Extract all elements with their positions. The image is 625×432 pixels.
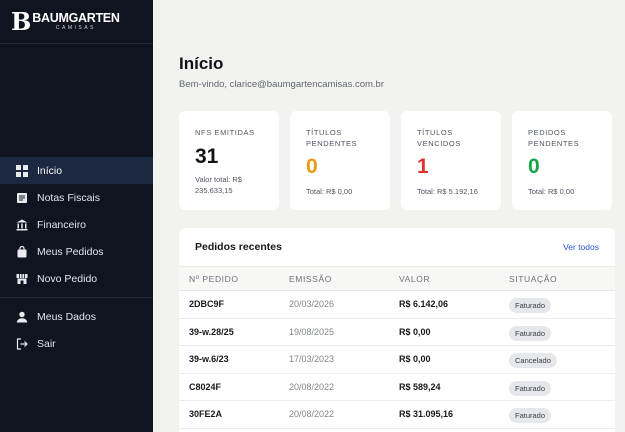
- document-icon: [16, 192, 28, 204]
- order-date: 20/08/2022: [289, 409, 335, 420]
- table-header: Nº PEDIDO EMISSÃO VALOR SITUAÇÃO: [179, 266, 615, 291]
- card-titulos-vencidos[interactable]: TÍTULOS VENCIDOS 1 Total: R$ 5.192,16: [401, 111, 501, 210]
- order-number: C8024F: [189, 381, 222, 392]
- card-label: NFS EMITIDAS: [195, 128, 255, 137]
- order-value: R$ 0,00: [399, 354, 431, 365]
- card-label-2: VENCIDOS: [417, 139, 461, 148]
- order-date: 20/08/2022: [289, 381, 335, 392]
- sidebar-item-label: Meus Dados: [37, 310, 96, 323]
- card-footer: Total: R$ 5.192,16: [417, 187, 478, 196]
- panel-title: Pedidos recentes: [195, 241, 282, 253]
- page-title: Início: [179, 54, 224, 73]
- card-nfs-emitidas[interactable]: NFS EMITIDAS 31 Valor total: R$ 235.633,…: [179, 111, 279, 210]
- card-footer-value: 235.633,15: [195, 186, 233, 195]
- card-footer: Total: R$ 0,00: [528, 187, 575, 196]
- sidebar-item-label: Meus Pedidos: [37, 245, 104, 258]
- card-footer: Total: R$ 0,00: [306, 187, 353, 196]
- status-badge: Faturado: [509, 325, 552, 341]
- sidebar-item-label: Início: [37, 164, 63, 177]
- brand-subtitle: CAMISAS: [55, 25, 96, 32]
- sidebar-item-meus-pedidos[interactable]: Meus Pedidos: [0, 238, 153, 265]
- welcome-text: Bem-vindo, clarice@baumgartencamisas.com…: [179, 79, 384, 90]
- sidebar-item-notas-fiscais[interactable]: Notas Fiscais: [0, 184, 153, 211]
- table-row[interactable]: C8024F 20/08/2022 R$ 589,24 Faturado: [179, 374, 615, 401]
- card-value: 0: [306, 155, 318, 178]
- sidebar-item-novo-pedido[interactable]: Novo Pedido: [0, 265, 153, 292]
- card-pedidos-pendentes[interactable]: PEDIDOS PENDENTES 0 Total: R$ 0,00: [512, 111, 612, 210]
- order-value: R$ 6.142,06: [399, 299, 449, 310]
- card-titulos-pendentes[interactable]: TÍTULOS PENDENTES 0 Total: R$ 0,00: [290, 111, 390, 210]
- card-footer: Valor total: R$: [195, 175, 242, 184]
- grid-icon: [16, 164, 28, 177]
- status-badge: Faturado: [509, 380, 552, 396]
- sidebar-item-financeiro[interactable]: Financeiro: [0, 211, 153, 238]
- sidebar-item-label: Notas Fiscais: [37, 191, 101, 204]
- sidebar-item-label: Novo Pedido: [37, 272, 98, 285]
- card-label: TÍTULOS: [417, 128, 453, 137]
- sidebar-item-meus-dados[interactable]: Meus Dados: [0, 303, 153, 330]
- table-row[interactable]: 30FE2A 20/08/2022 R$ 31.095,16 Faturado: [179, 401, 615, 429]
- column-header-situacao[interactable]: SITUAÇÃO: [509, 274, 609, 284]
- brand-logo[interactable]: B BAUMGARTEN CAMISAS: [0, 0, 153, 44]
- table-row[interactable]: 39-w.6/23 17/03/2023 R$ 0,00 Cancelado: [179, 346, 615, 374]
- card-label-2: PENDENTES: [528, 139, 580, 148]
- card-value: 1: [417, 155, 429, 178]
- order-value: R$ 31.095,16: [399, 409, 454, 420]
- table-row[interactable]: 39-w.28/25 19/08/2025 R$ 0,00 Faturado: [179, 319, 615, 346]
- sidebar-divider: [0, 297, 153, 298]
- order-number: 39-w.6/23: [189, 354, 229, 365]
- sidebar-item-label: Sair: [37, 337, 56, 350]
- order-date: 17/03/2023: [289, 354, 335, 365]
- column-header-emissao[interactable]: EMISSÃO: [289, 274, 399, 284]
- user-icon: [16, 311, 28, 323]
- order-date: 20/03/2026: [289, 299, 335, 310]
- sidebar-item-sair[interactable]: Sair: [0, 330, 153, 357]
- order-value: R$ 0,00: [399, 326, 431, 337]
- bank-icon: [16, 219, 28, 231]
- brand-name: BAUMGARTEN: [32, 10, 120, 25]
- order-value: R$ 589,24: [399, 381, 441, 392]
- logout-icon: [16, 337, 28, 350]
- card-value: 0: [528, 155, 540, 178]
- status-badge: Cancelado: [509, 353, 557, 369]
- view-all-link[interactable]: Ver todos: [563, 242, 599, 252]
- order-date: 19/08/2025: [289, 326, 335, 337]
- status-badge: Faturado: [509, 298, 552, 314]
- sidebar: B BAUMGARTEN CAMISAS Início Notas Fiscai…: [0, 0, 153, 432]
- sidebar-item-inicio[interactable]: Início: [0, 157, 153, 184]
- sidebar-nav: Início Notas Fiscais Financeiro Meus Ped…: [0, 157, 153, 357]
- sidebar-item-label: Financeiro: [37, 218, 87, 231]
- card-value: 31: [195, 145, 219, 168]
- column-header-valor[interactable]: VALOR: [399, 274, 509, 284]
- order-number: 2DBC9F: [189, 299, 225, 310]
- store-icon: [16, 273, 28, 285]
- status-badge: Faturado: [509, 408, 552, 424]
- table-row[interactable]: 2DBC9F 20/03/2026 R$ 6.142,06 Faturado: [179, 291, 615, 319]
- brand-monogram: B: [11, 6, 32, 36]
- order-number: 39-w.28/25: [189, 326, 234, 337]
- recent-orders-panel: Pedidos recentes Ver todos Nº PEDIDO EMI…: [179, 228, 615, 432]
- card-label: PEDIDOS: [528, 128, 566, 137]
- main-content: Início Bem-vindo, clarice@baumgartencami…: [153, 0, 625, 432]
- column-header-numero[interactable]: Nº PEDIDO: [179, 274, 289, 284]
- card-label-2: PENDENTES: [306, 139, 358, 148]
- shopping-bag-icon: [16, 245, 28, 258]
- order-number: 30FE2A: [189, 409, 223, 420]
- card-label: TÍTULOS: [306, 128, 342, 137]
